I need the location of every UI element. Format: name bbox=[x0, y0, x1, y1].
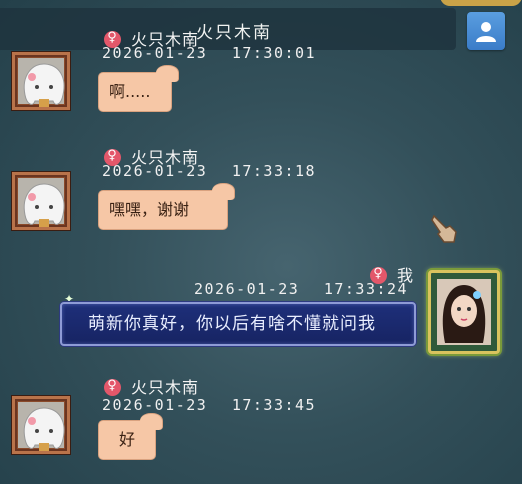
message-text: 好 bbox=[118, 430, 135, 449]
profile-button[interactable] bbox=[467, 12, 505, 50]
sender-avatar[interactable] bbox=[12, 172, 70, 230]
message-text: 萌新你真好，你以后有啥不懂就问我 bbox=[88, 314, 376, 334]
message-text: 嘿嘿，谢谢 bbox=[109, 200, 190, 219]
character-portrait-icon bbox=[442, 285, 486, 343]
message-text: 啊..... bbox=[109, 82, 151, 101]
chibi-avatar-icon bbox=[23, 407, 65, 451]
sender-name: 火只木南 bbox=[104, 374, 199, 398]
chibi-avatar-icon bbox=[23, 63, 65, 107]
message-timestamp: 2026-01-23 17:33:24 bbox=[194, 280, 409, 298]
user-icon bbox=[476, 22, 496, 42]
sender-avatar[interactable] bbox=[12, 52, 70, 110]
sender-avatar[interactable] bbox=[12, 396, 70, 454]
message-timestamp: 2026-01-23 17:33:18 bbox=[102, 162, 317, 180]
self-avatar[interactable] bbox=[428, 270, 500, 354]
top-corner-decoration bbox=[440, 0, 522, 6]
message-bubble[interactable]: 啊..... bbox=[98, 65, 179, 112]
chibi-avatar-icon bbox=[23, 183, 65, 227]
message-timestamp: 2026-01-23 17:33:45 bbox=[102, 396, 317, 414]
message-bubble[interactable]: 嘿嘿，谢谢 bbox=[98, 183, 235, 230]
hand-pointer-icon bbox=[431, 214, 457, 243]
message-bubble[interactable]: 好 bbox=[98, 413, 163, 460]
own-message-bubble[interactable]: 萌新你真好，你以后有啥不懂就问我 bbox=[60, 302, 416, 346]
chat-partner-name: 火只木南 bbox=[196, 23, 272, 43]
message-timestamp: 2026-01-23 17:30:01 bbox=[102, 44, 317, 62]
female-symbol-icon bbox=[104, 378, 121, 396]
